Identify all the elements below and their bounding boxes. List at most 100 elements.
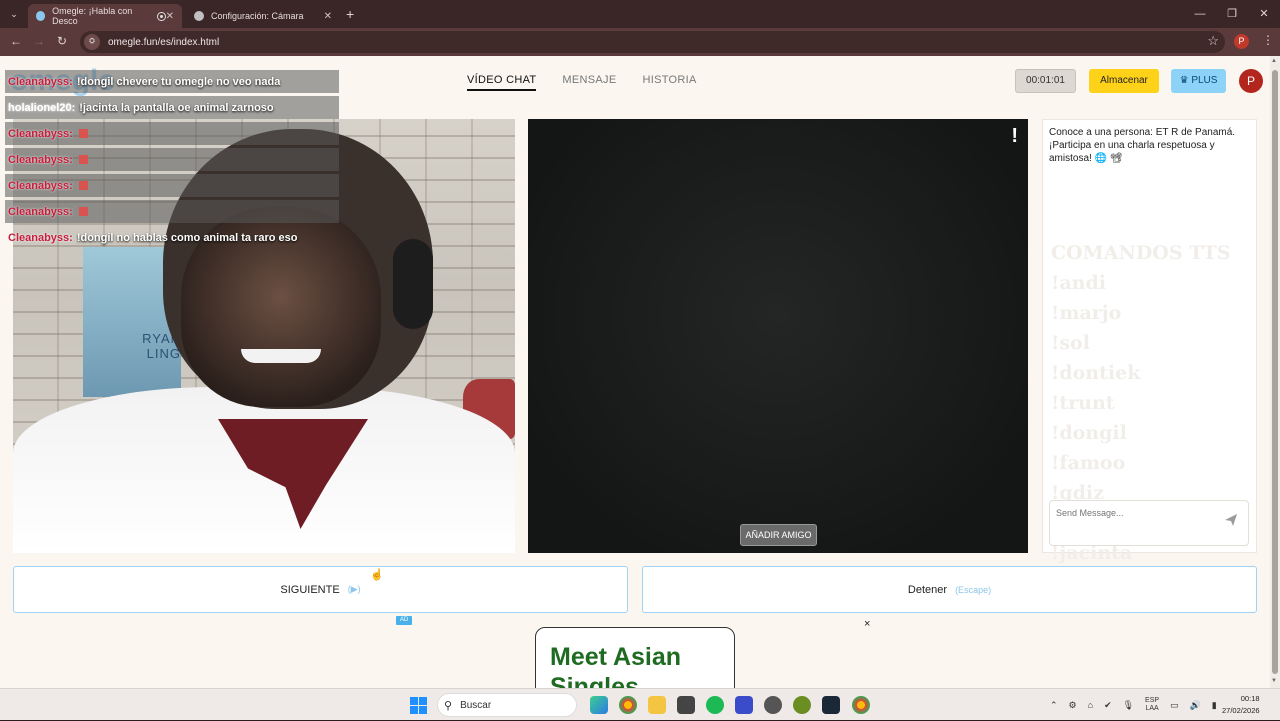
back-icon[interactable]: ← — [10, 34, 22, 48]
clock-time: 00:18 — [1240, 694, 1260, 703]
search-icon: ⚲ — [444, 699, 453, 712]
new-tab-button[interactable]: + — [346, 6, 354, 22]
store-app-icon[interactable] — [677, 696, 695, 714]
reload-icon[interactable]: ↻ — [57, 34, 67, 48]
emote-icon — [78, 181, 88, 190]
scroll-down-icon[interactable]: ▼ — [1271, 678, 1277, 684]
close-tab-icon[interactable]: ✕ — [166, 11, 174, 22]
tray-chevron-icon[interactable]: ⌃ — [1050, 700, 1058, 711]
ad-tag: AD — [396, 616, 412, 625]
tab-title: Omegle: ¡Habla con Desco — [52, 6, 133, 26]
scroll-thumb[interactable] — [1272, 70, 1278, 674]
stop-label: Detener — [907, 583, 948, 596]
network-icon[interactable]: ▭ — [1170, 700, 1179, 711]
battery-icon[interactable]: ▮ — [1212, 700, 1217, 711]
overlay-chat-line: Cleanabyss: !dongil no hablas como animal… — [5, 226, 339, 249]
tab-search-icon[interactable]: ⌄ — [6, 6, 22, 22]
stop-button[interactable]: Detener (Escape) — [642, 566, 1257, 613]
stranger-video: ! AÑADIR AMIGO — [528, 119, 1028, 553]
bookmark-star-icon[interactable]: ☆ — [1207, 33, 1219, 49]
copilot-icon[interactable] — [590, 696, 608, 714]
send-message-box[interactable] — [1049, 500, 1249, 546]
chat-username: Cleanabyss: — [8, 179, 73, 192]
windows-start-icon[interactable] — [410, 697, 427, 714]
chat-message: !dongil chevere tu omegle no veo nada — [76, 75, 281, 88]
chrome-profile-icon[interactable] — [852, 696, 870, 714]
chat-username: Cleanabyss: — [8, 127, 73, 140]
steam-icon[interactable] — [822, 696, 840, 714]
tray-app-icon-2[interactable]: ✔ — [1104, 700, 1112, 711]
app-icon[interactable] — [735, 696, 753, 714]
spotify-icon[interactable] — [706, 696, 724, 714]
tts-command-line: !sol — [1051, 332, 1090, 354]
app-icon-2[interactable] — [793, 696, 811, 714]
ad-close-icon[interactable]: × — [864, 618, 870, 630]
forward-icon[interactable]: → — [33, 34, 45, 48]
omegle-page: omegle VÍDEO CHAT MENSAJE HISTORIA 00:01… — [0, 56, 1270, 688]
microphone-icon[interactable]: 🎙 — [1123, 700, 1134, 711]
store-button[interactable]: Almacenar — [1089, 69, 1159, 93]
maximize-button[interactable]: ❐ — [1216, 0, 1248, 28]
send-icon[interactable] — [1224, 513, 1238, 527]
ad-title[interactable]: Meet Asian Singles — [550, 642, 734, 688]
tts-command-line: COMANDOS TTS — [1051, 242, 1231, 264]
language-indicator[interactable]: ESP LAA — [1145, 697, 1159, 713]
teeth — [241, 349, 321, 363]
window-controls: — ❐ ✕ — [1184, 0, 1280, 28]
tts-command-line: !dongil — [1051, 422, 1127, 444]
nav-history[interactable]: HISTORIA — [642, 74, 696, 91]
report-flag-icon[interactable]: ! — [1011, 125, 1018, 148]
clock[interactable]: 00:18 27/02/2026 — [1222, 693, 1260, 717]
overlay-chat-line: Cleanabyss: — [5, 174, 339, 197]
emote-icon — [78, 129, 88, 138]
plus-button[interactable]: ♛ PLUS — [1171, 69, 1226, 93]
overlay-chat-line: Cleanabyss: — [5, 122, 339, 145]
plus-label: PLUS — [1191, 75, 1218, 86]
omegle-favicon-icon — [36, 11, 46, 21]
overlay-chat-line: Cleanabyss: — [5, 200, 339, 223]
tab-camera-settings[interactable]: Configuración: Cámara ✕ — [186, 4, 340, 28]
close-tab-icon[interactable]: ✕ — [324, 11, 332, 22]
next-button[interactable]: SIGUIENTE (▶) — [13, 566, 628, 613]
file-explorer-icon[interactable] — [648, 696, 666, 714]
add-friend-button[interactable]: AÑADIR AMIGO — [740, 524, 817, 546]
clock-date: 27/02/2026 — [1222, 706, 1260, 715]
chat-panel: Conoce a una persona: ET R de Panamá. ¡P… — [1042, 119, 1257, 594]
message-input[interactable] — [1056, 505, 1216, 521]
windows-taskbar: ⚲ Buscar ⌃ ⚙ ⌂ ✔ 🎙 ESP LAA ▭ 🔊 ▮ 00:18 2… — [0, 688, 1280, 720]
tts-command-line: !dontiek — [1051, 362, 1141, 384]
volume-icon[interactable]: 🔊 — [1190, 700, 1201, 711]
tray-wifi-icon[interactable]: ⌂ — [1088, 700, 1093, 710]
overlay-chat-line: holalionel20: !jacinta la pantalla oe ani… — [5, 96, 339, 119]
page-scrollbar[interactable]: ▲ ▼ — [1270, 56, 1280, 688]
chat-message: !dongil no hablas como animal ta raro es… — [76, 231, 298, 244]
nav-message[interactable]: MENSAJE — [562, 74, 616, 91]
overlay-chat-line: Cleanabyss: — [5, 148, 339, 171]
crown-icon: ♛ — [1179, 75, 1192, 86]
menu-icon[interactable]: ⋮ — [1262, 33, 1274, 47]
minimize-button[interactable]: — — [1184, 0, 1216, 28]
obs-icon[interactable] — [764, 696, 782, 714]
mouse-cursor-icon: ☝ — [370, 569, 384, 581]
chrome-icon[interactable] — [619, 696, 637, 714]
ad-banner[interactable]: Meet Asian Singles — [535, 627, 735, 688]
user-avatar[interactable]: P — [1239, 69, 1263, 93]
close-window-button[interactable]: ✕ — [1248, 0, 1280, 28]
taskbar-search[interactable]: ⚲ Buscar — [437, 693, 577, 717]
next-label: SIGUIENTE — [280, 583, 340, 596]
chat-username: Cleanabyss: — [8, 231, 73, 244]
scroll-up-icon[interactable]: ▲ — [1271, 58, 1277, 64]
browser-tab-bar: ⌄ Omegle: ¡Habla con Desco ✕ Configuraci… — [0, 0, 1280, 28]
recording-icon — [157, 11, 166, 21]
url-text[interactable]: omegle.fun/es/index.html — [108, 37, 219, 48]
settings-favicon-icon — [194, 11, 204, 21]
address-bar[interactable]: ⛭ omegle.fun/es/index.html ☆ — [80, 31, 1225, 53]
nav-video-chat[interactable]: VÍDEO CHAT — [467, 74, 537, 91]
chat-intro-text: Conoce a una persona: ET R de Panamá. ¡P… — [1049, 127, 1236, 164]
tab-omegle[interactable]: Omegle: ¡Habla con Desco ✕ — [28, 4, 182, 28]
site-info-icon[interactable]: ⛭ — [84, 34, 100, 50]
chat-username: Cleanabyss: — [8, 75, 73, 88]
chat-username: Cleanabyss: — [8, 153, 73, 166]
tray-app-icon[interactable]: ⚙ — [1069, 700, 1077, 711]
profile-avatar[interactable]: P — [1234, 34, 1249, 49]
